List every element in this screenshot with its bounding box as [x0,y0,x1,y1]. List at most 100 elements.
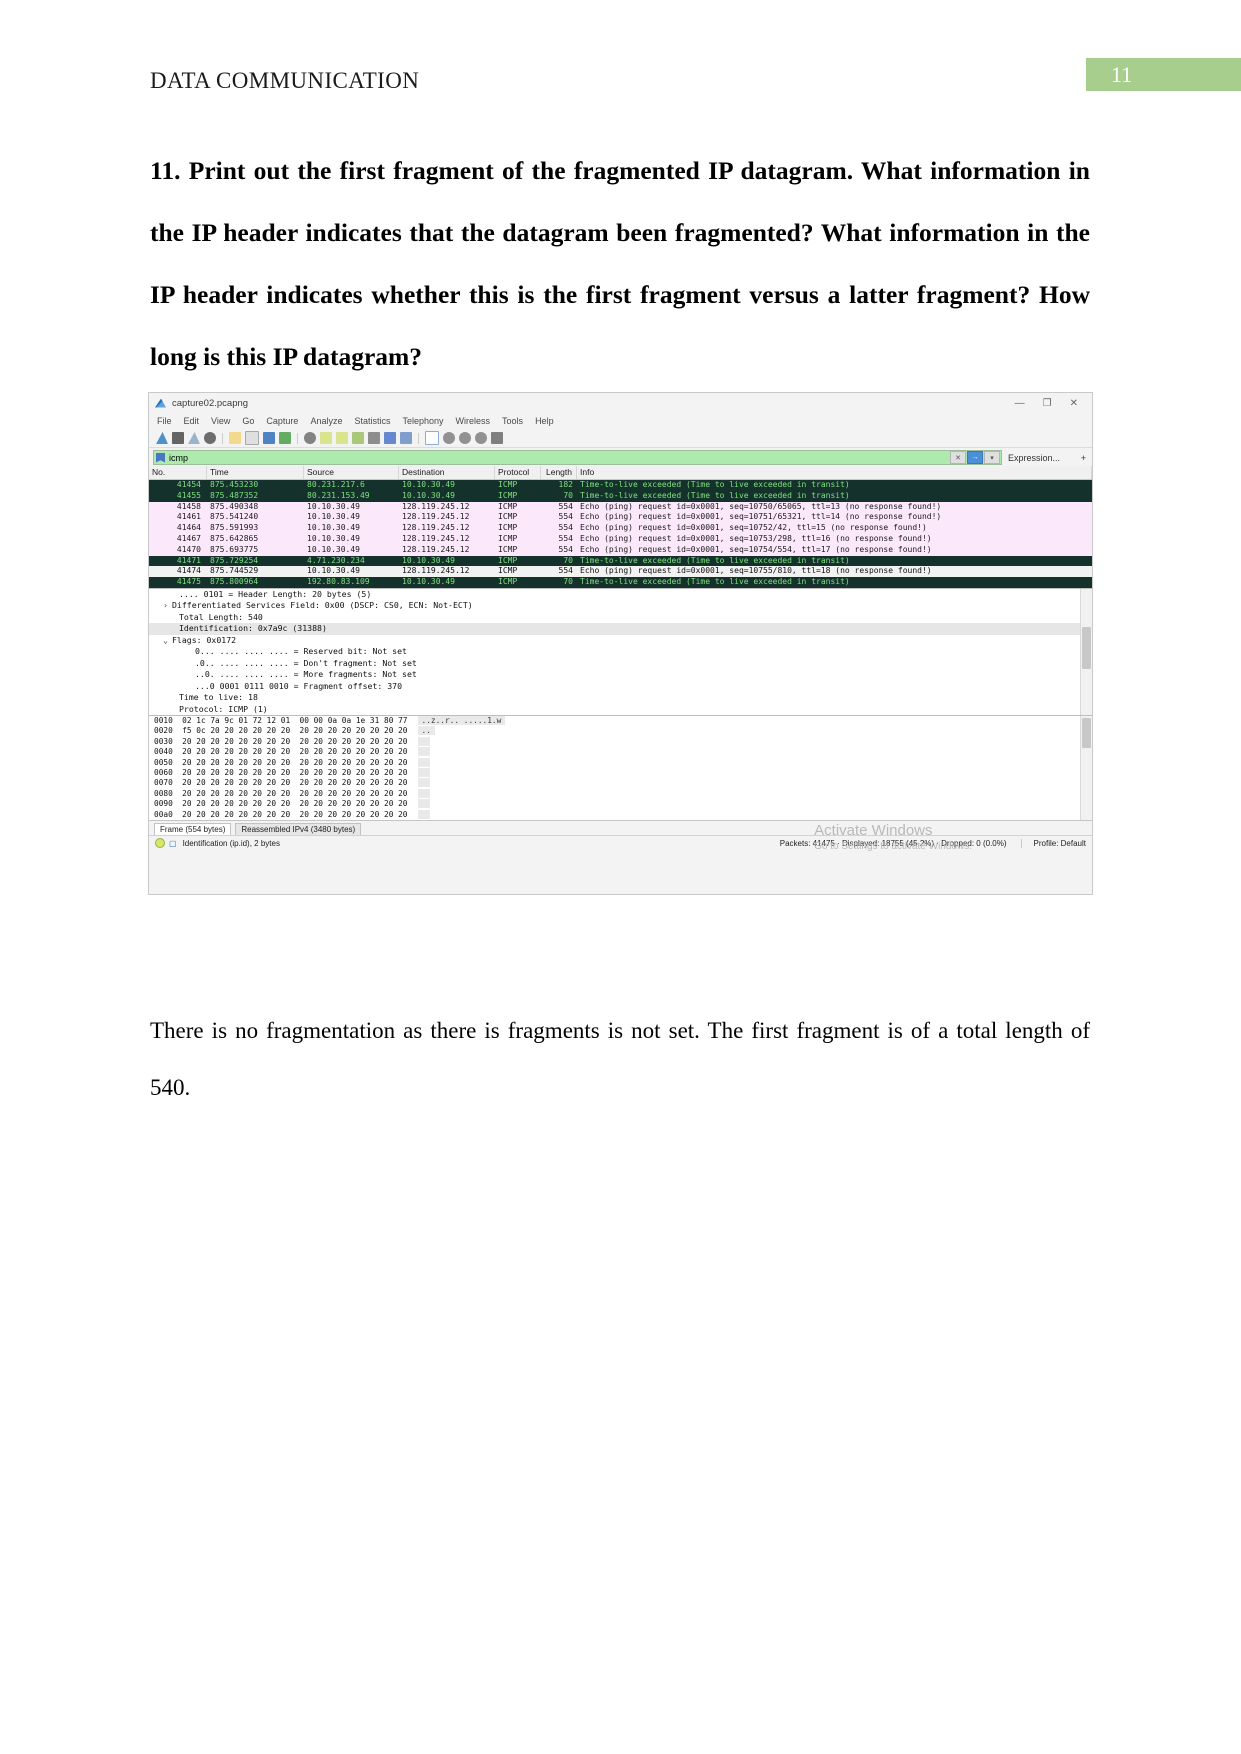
hex-dump-row[interactable]: 0060 20 20 20 20 20 20 20 20 20 20 20 20… [149,768,1092,778]
column-header-time[interactable]: Time [207,466,304,479]
stop-capture-icon[interactable] [172,432,184,444]
resize-columns-icon[interactable] [491,432,503,444]
filter-input-wrap[interactable]: icmp ✕ → ▾ [153,450,1002,465]
detail-tree-row[interactable]: ⌄ Flags: 0x0172 [149,635,1092,647]
close-icon[interactable]: ✕ [1070,398,1078,409]
hex-dump-row[interactable]: 0030 20 20 20 20 20 20 20 20 20 20 20 20… [149,736,1092,747]
hex-dump-row[interactable]: 0010 02 1c 7a 9c 01 72 12 01 00 00 0a 0a… [149,715,1092,726]
packet-row[interactable]: 41467 875.642865 10.10.30.49 128.119.245.12… [149,533,1092,545]
detail-tree-row[interactable]: .... 0101 = Header Length: 20 bytes (5) [149,589,1092,601]
packet-row[interactable]: 41455 875.487352 80.231.153.49 10.10.30.49 I… [149,490,1092,502]
filter-dropdown-icon[interactable]: ▾ [984,451,1000,464]
details-scrollbar[interactable] [1080,588,1092,715]
zoom-out-icon[interactable] [459,432,471,444]
hex-dump-row[interactable]: 0090 20 20 20 20 20 20 20 20 20 20 20 20… [149,799,1092,809]
column-header-info[interactable]: Info [577,466,1092,479]
detail-tree-row[interactable]: .0.. .... .... .... = Don't fragment: No… [149,658,1092,670]
detail-tree-row[interactable]: Time to live: 18 [149,692,1092,704]
packet-list[interactable]: 41454 875.453230 80.231.217.6 10.10.30.49 IC… [149,480,1092,588]
hex-dump-row[interactable]: 0020 f5 0c 20 20 20 20 20 20 20 20 20 20… [149,726,1092,736]
detail-tree-row[interactable]: ..0. .... .... .... = More fragments: No… [149,669,1092,681]
menu-item-edit[interactable]: Edit [184,416,200,426]
column-header-no[interactable]: No. [149,466,207,479]
column-header-protocol[interactable]: Protocol [495,466,541,479]
chevron-icon[interactable]: › [163,600,172,612]
tab-reassembled-ipv4[interactable]: Reassembled IPv4 (3480 bytes) [235,822,362,835]
details-scrollbar-thumb[interactable] [1082,626,1091,669]
zoom-reset-icon[interactable] [475,432,487,444]
hex-dump-row[interactable]: 00a0 20 20 20 20 20 20 20 20 20 20 20 20… [149,809,1092,820]
window-title: capture02.pcapng [172,397,249,409]
filter-apply-icon[interactable]: → [967,451,983,464]
packet-length: 70 [563,555,573,565]
packet-time: 875.453230 [210,480,259,489]
capture-options-icon[interactable] [204,432,216,444]
menu-item-capture[interactable]: Capture [266,416,298,426]
packet-row[interactable]: 41454 875.453230 80.231.217.6 10.10.30.49 IC… [149,480,1092,491]
auto-scroll-icon[interactable] [400,432,412,444]
chevron-icon[interactable]: ⌄ [163,635,172,647]
menu-item-go[interactable]: Go [242,416,254,426]
packet-row[interactable]: 41458 875.490348 10.10.30.49 128.119.245.12… [149,501,1092,513]
start-capture-icon[interactable] [156,432,168,444]
packet-row[interactable]: 41464 875.591993 10.10.30.49 128.119.245.12… [149,523,1092,534]
colorize-packets-icon[interactable] [425,431,439,445]
bytes-scrollbar-thumb[interactable] [1082,717,1091,748]
packet-row[interactable]: 41470 875.693775 10.10.30.49 128.119.245.12… [149,544,1092,556]
go-to-first-icon[interactable] [368,432,380,444]
status-profile[interactable]: Profile: Default [1022,839,1086,848]
detail-tree-row[interactable]: 0... .... .... .... = Reserved bit: Not … [149,646,1092,658]
go-to-last-icon[interactable] [384,432,396,444]
packet-row[interactable]: 41475 875.800964 192.80.83.109 10.10.30.49 I… [149,577,1092,588]
filter-clear-icon[interactable]: ✕ [950,451,966,464]
filter-add-button[interactable]: + [1081,453,1086,463]
maximize-icon[interactable]: ❐ [1043,398,1052,409]
packet-bytes-pane[interactable]: 0010 02 1c 7a 9c 01 72 12 01 00 00 0a 0a… [149,714,1092,820]
packet-details-pane[interactable]: .... 0101 = Header Length: 20 bytes (5) ›… [149,587,1092,715]
hex-dump-row[interactable]: 0040 20 20 20 20 20 20 20 20 20 20 20 20… [149,747,1092,757]
go-back-icon[interactable] [320,432,332,444]
packet-row[interactable]: 41474 875.744529 10.10.30.49 128.119.245.12… [149,566,1092,578]
tab-frame[interactable]: Frame (554 bytes) [154,822,232,835]
packet-source: 10.10.30.49 [307,523,360,533]
packet-row[interactable]: 41461 875.541240 10.10.30.49 128.119.245.12… [149,512,1092,524]
bytes-scrollbar[interactable] [1080,715,1092,820]
reload-file-icon[interactable] [279,432,291,444]
menu-item-wireless[interactable]: Wireless [456,416,491,426]
save-file-icon[interactable] [245,431,259,445]
zoom-in-icon[interactable] [443,432,455,444]
detail-tree-row[interactable]: ...0 0001 0111 0010 = Fragment offset: 3… [149,681,1092,693]
go-forward-icon[interactable] [336,432,348,444]
hex-dump-row[interactable]: 0050 20 20 20 20 20 20 20 20 20 20 20 20… [149,757,1092,768]
capture-status-icon[interactable] [155,838,165,849]
menu-item-telephony[interactable]: Telephony [402,416,443,426]
menu-item-tools[interactable]: Tools [502,416,523,426]
capture-file-properties-icon[interactable]: ▢ [169,839,177,848]
column-header-source[interactable]: Source [304,466,399,479]
detail-tree-row[interactable]: Identification: 0x7a9c (31388) [149,623,1092,635]
minimize-icon[interactable]: — [1015,398,1025,409]
column-header-length[interactable]: Length [541,466,577,479]
filter-bookmark-icon[interactable] [156,452,165,463]
close-file-icon[interactable] [263,432,275,444]
hex-dump-row[interactable]: 0070 20 20 20 20 20 20 20 20 20 20 20 20… [149,778,1092,788]
display-filter-input[interactable]: icmp [169,453,188,463]
go-to-packet-icon[interactable] [352,432,364,444]
hex-dump-row[interactable]: 0080 20 20 20 20 20 20 20 20 20 20 20 20… [149,788,1092,799]
packet-length: 554 [558,523,573,533]
restart-capture-icon[interactable] [188,432,200,444]
menu-item-analyze[interactable]: Analyze [310,416,342,426]
detail-tree-row[interactable]: Protocol: ICMP (1) [149,704,1092,715]
detail-tree-label: Total Length: 540 [179,611,263,622]
detail-tree-row[interactable]: › Differentiated Services Field: 0x00 (DS… [149,600,1092,612]
detail-tree-row[interactable]: Total Length: 540 [149,612,1092,624]
open-file-icon[interactable] [229,432,241,444]
menu-item-file[interactable]: File [157,416,172,426]
menu-item-view[interactable]: View [211,416,230,426]
packet-row[interactable]: 41471 875.729254 4.71.230.234 10.10.30.49 IC… [149,555,1092,567]
column-header-destination[interactable]: Destination [399,466,495,479]
find-packet-icon[interactable] [304,432,316,444]
menu-item-help[interactable]: Help [535,416,554,426]
filter-expression-button[interactable]: Expression... [1008,453,1060,463]
menu-item-statistics[interactable]: Statistics [354,416,390,426]
